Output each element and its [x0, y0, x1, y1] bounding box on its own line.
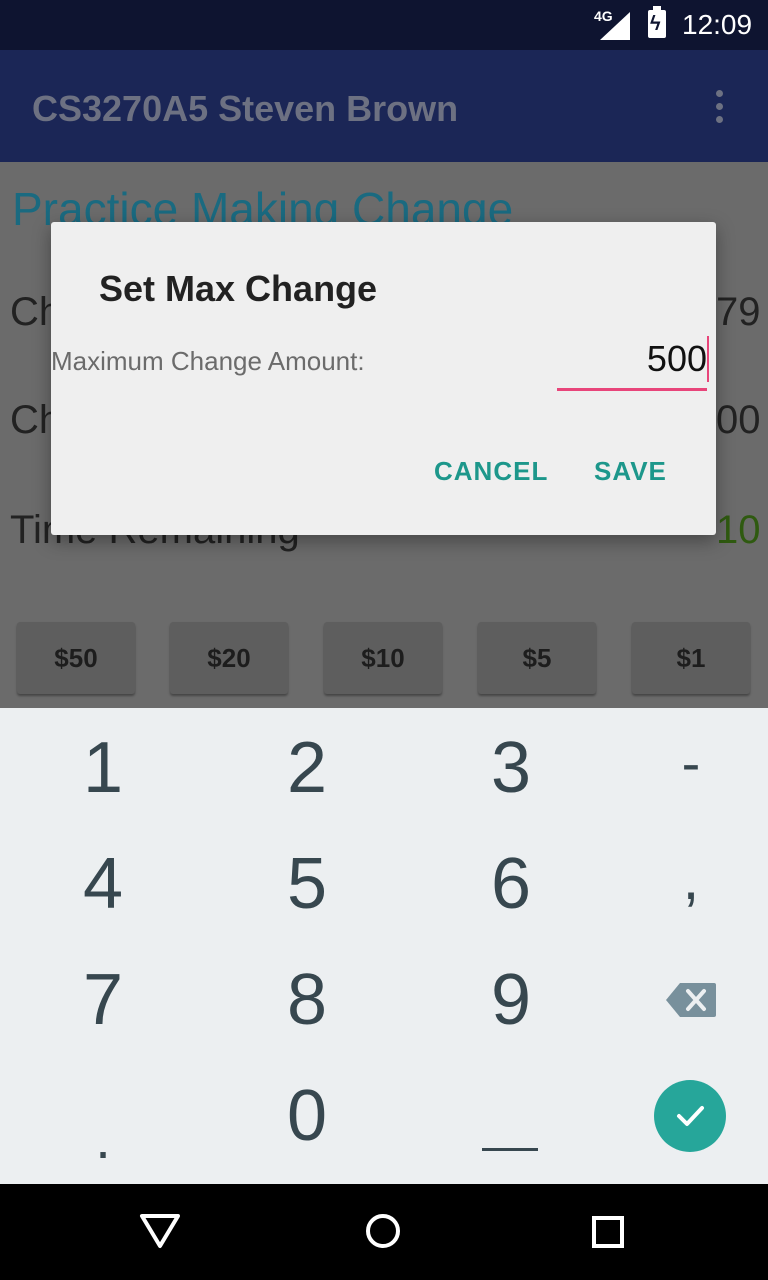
- network-type: 4G: [594, 8, 613, 24]
- key-comma[interactable]: ,: [616, 828, 766, 928]
- max-change-label: Maximum Change Amount:: [51, 346, 365, 376]
- recents-square-icon[interactable]: [592, 1216, 624, 1248]
- text-cursor: [707, 336, 709, 382]
- time-remaining-value: 10: [716, 508, 761, 552]
- key-period[interactable]: .: [28, 1088, 178, 1188]
- money-button-1[interactable]: $1: [632, 622, 750, 694]
- change-value-2: 00: [716, 398, 761, 442]
- app-title: CS3270A5 Steven Brown: [32, 88, 459, 129]
- check-icon[interactable]: [654, 1080, 726, 1152]
- key-9[interactable]: 9: [436, 950, 586, 1050]
- money-button-50[interactable]: $50: [17, 622, 135, 694]
- key-7[interactable]: 7: [28, 950, 178, 1050]
- numeric-keyboard: 1 2 3 - 4 5 6 , 7 8 9 . 0: [0, 708, 768, 1184]
- money-button-20[interactable]: $20: [170, 622, 288, 694]
- key-0[interactable]: 0: [232, 1066, 382, 1166]
- money-button-10[interactable]: $10: [324, 622, 442, 694]
- cancel-button[interactable]: CANCEL: [434, 456, 548, 487]
- key-8[interactable]: 8: [232, 950, 382, 1050]
- key-4[interactable]: 4: [28, 834, 178, 934]
- home-circle-icon[interactable]: [366, 1214, 400, 1248]
- overflow-menu-icon[interactable]: [712, 90, 726, 124]
- save-button[interactable]: SAVE: [594, 456, 667, 487]
- status-bar: 4G ϟ 12:09: [0, 0, 768, 50]
- charging-icon: ϟ: [650, 13, 661, 35]
- app-bar: CS3270A5 Steven Brown: [0, 50, 768, 162]
- space-underscore-icon[interactable]: [482, 1148, 538, 1151]
- back-triangle-icon[interactable]: [138, 1210, 182, 1250]
- max-change-input-value: 500: [646, 338, 707, 379]
- backspace-icon[interactable]: [666, 983, 716, 1017]
- key-minus[interactable]: -: [616, 712, 766, 812]
- key-6[interactable]: 6: [436, 834, 586, 934]
- set-max-change-dialog: Set Max Change Maximum Change Amount: 50…: [51, 222, 716, 535]
- money-button-row: $50 $20 $10 $5 $1: [0, 622, 768, 698]
- dialog-title: Set Max Change: [99, 268, 378, 309]
- key-2[interactable]: 2: [232, 718, 382, 818]
- change-value-1: 79: [716, 290, 761, 334]
- key-3[interactable]: 3: [436, 718, 586, 818]
- money-button-5[interactable]: $5: [478, 622, 596, 694]
- max-change-input[interactable]: 500: [557, 332, 709, 391]
- key-1[interactable]: 1: [28, 718, 178, 818]
- key-5[interactable]: 5: [232, 834, 382, 934]
- status-time: 12:09: [682, 9, 753, 40]
- navigation-bar: [0, 1184, 768, 1280]
